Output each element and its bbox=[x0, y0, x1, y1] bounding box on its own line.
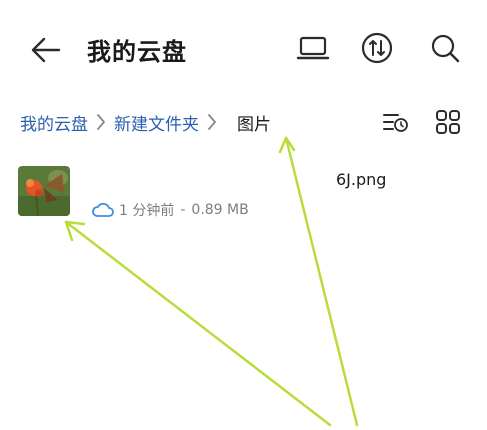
sort-button[interactable] bbox=[380, 106, 412, 138]
file-size: 0.89 MB bbox=[191, 202, 249, 218]
transfer-button[interactable] bbox=[357, 28, 397, 68]
breadcrumb: 我的云盘 新建文件夹 图片 bbox=[20, 107, 271, 137]
file-modified-time: 1 分钟前 bbox=[119, 203, 175, 219]
chevron-right-icon bbox=[92, 110, 110, 134]
meta-separator: - bbox=[180, 202, 186, 218]
file-row[interactable]: 6J.png 1 分钟前 - 0.89 MB bbox=[0, 158, 487, 228]
file-name: 6J.png bbox=[336, 170, 387, 189]
back-button[interactable] bbox=[26, 30, 66, 70]
arrow-left-icon bbox=[31, 37, 61, 63]
file-thumbnail[interactable] bbox=[18, 166, 70, 216]
search-button[interactable] bbox=[425, 28, 465, 68]
transfer-icon bbox=[361, 32, 393, 64]
sort-time-icon bbox=[383, 114, 408, 132]
file-meta: 1 分钟前 - 0.89 MB bbox=[91, 200, 249, 220]
breadcrumb-item-folder[interactable]: 新建文件夹 bbox=[114, 110, 199, 135]
cloud-icon bbox=[91, 201, 115, 219]
search-icon bbox=[431, 34, 460, 63]
breadcrumb-current: 图片 bbox=[237, 114, 271, 135]
breadcrumb-item-root[interactable]: 我的云盘 bbox=[20, 110, 88, 135]
laptop-icon bbox=[296, 36, 330, 60]
page-title: 我的云盘 bbox=[87, 38, 187, 66]
chevron-right-icon bbox=[203, 110, 221, 134]
grid-view-icon bbox=[436, 110, 460, 134]
devices-button[interactable] bbox=[293, 28, 333, 68]
app-bar: 我的云盘 bbox=[0, 0, 487, 96]
annotation-arrow-to-thumbnail bbox=[64, 220, 332, 427]
grid-view-button[interactable] bbox=[432, 106, 464, 138]
